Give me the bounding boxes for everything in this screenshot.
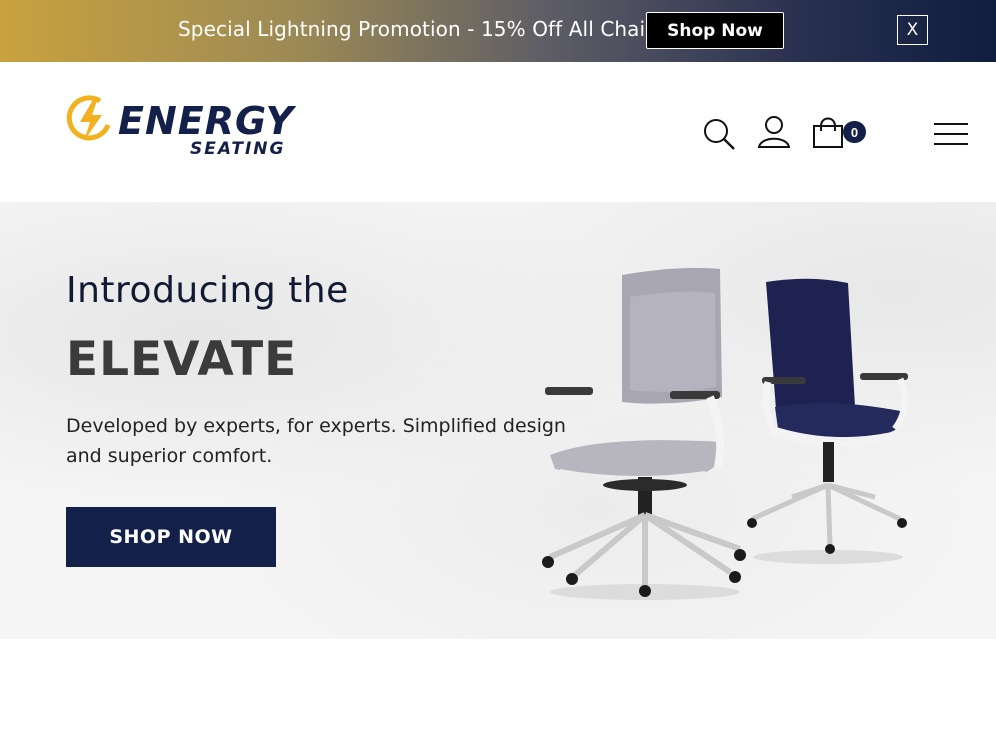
navy-chair (747, 278, 909, 564)
hero-banner: Introducing the ELEVATE Developed by exp… (0, 202, 996, 639)
hero-shop-now-button[interactable]: SHOP NOW (66, 507, 276, 567)
menu-line (934, 133, 968, 135)
chairs-image (542, 267, 909, 600)
search-icon[interactable] (701, 116, 737, 152)
hero-intro: Introducing the (66, 270, 349, 311)
account-icon[interactable] (756, 114, 792, 150)
hero-description: Developed by experts, for experts. Simpl… (66, 415, 566, 467)
promo-shop-now-button[interactable]: Shop Now (646, 12, 784, 49)
promo-bar: Special Lightning Promotion - 15% Off Al… (0, 0, 996, 62)
lightning-bolt-icon (66, 95, 111, 141)
promo-text: Special Lightning Promotion - 15% Off Al… (178, 17, 665, 41)
cart-icon[interactable] (810, 114, 846, 150)
hero-title: ELEVATE (66, 332, 298, 387)
menu-icon[interactable] (934, 121, 968, 149)
grey-chair (542, 267, 746, 600)
menu-line (934, 123, 968, 125)
logo-wordmark: ENERGY (118, 99, 295, 143)
promo-close-button[interactable]: X (897, 15, 928, 45)
site-logo[interactable]: ENERGY SEATING (66, 95, 341, 165)
cart-count-badge: 0 (843, 121, 866, 143)
logo-tagline: SEATING (190, 139, 286, 159)
menu-line (934, 143, 968, 145)
